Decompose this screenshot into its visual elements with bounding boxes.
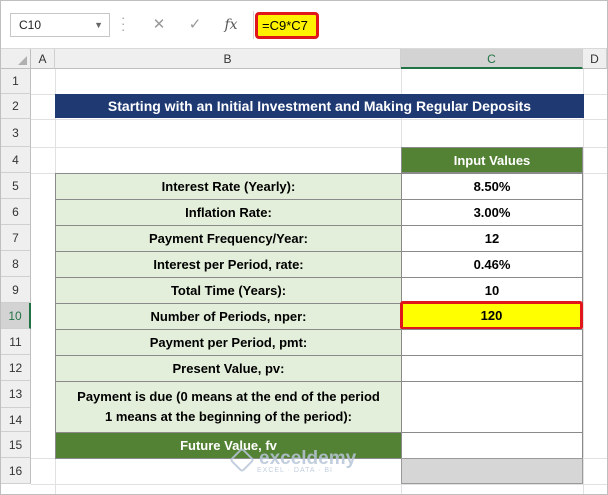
payment-due-line-2: 1 means at the beginning of the period): (104, 409, 352, 424)
name-box-value: C10 (19, 18, 42, 32)
drag-handle-icon[interactable]: · · · (121, 11, 125, 36)
row-header-2[interactable]: 2 (1, 94, 31, 119)
row-header-5[interactable]: 5 (1, 173, 31, 199)
row-header-3[interactable]: 3 (1, 119, 31, 147)
gridline (31, 484, 607, 485)
result-cell[interactable] (401, 458, 583, 484)
row-header-16[interactable]: 16 (1, 458, 31, 484)
row-header-11[interactable]: 11 (1, 329, 31, 355)
gridline (583, 69, 584, 494)
formula-bar-divider (253, 11, 254, 39)
value-total-time[interactable]: 10 (401, 277, 583, 304)
row-header-13[interactable]: 13 (1, 381, 31, 408)
value-present-value[interactable] (401, 355, 583, 382)
select-all-corner[interactable] (1, 49, 31, 69)
row-header-7[interactable]: 7 (1, 225, 31, 251)
sheet-title[interactable]: Starting with an Initial Investment and … (55, 94, 584, 118)
column-header-b[interactable]: B (55, 49, 401, 69)
label-payment-frequency[interactable]: Payment Frequency/Year: (55, 225, 402, 252)
input-values-header[interactable]: Input Values (401, 147, 583, 173)
value-payment-due[interactable] (401, 381, 583, 433)
label-interest-rate[interactable]: Interest Rate (Yearly): (55, 173, 402, 200)
value-inflation-rate[interactable]: 3.00% (401, 199, 583, 226)
column-header-c[interactable]: C (401, 49, 583, 69)
watermark: exceldemy EXCEL · DATA · BI (233, 448, 356, 474)
value-interest-rate[interactable]: 8.50% (401, 173, 583, 200)
gridline (31, 119, 607, 120)
row-header-15[interactable]: 15 (1, 432, 31, 458)
formula-input[interactable]: =C9*C7 (255, 12, 319, 39)
value-payment-frequency[interactable]: 12 (401, 225, 583, 252)
label-inflation-rate[interactable]: Inflation Rate: (55, 199, 402, 226)
value-interest-per-period[interactable]: 0.46% (401, 251, 583, 278)
label-payment-per-period[interactable]: Payment per Period, pmt: (55, 329, 402, 356)
chevron-down-icon[interactable]: ▼ (94, 14, 103, 36)
cancel-icon[interactable]: ✕ (149, 15, 169, 35)
label-total-time[interactable]: Total Time (Years): (55, 277, 402, 304)
payment-due-line-1: Payment is due (0 means at the end of th… (77, 389, 380, 404)
row-header-8[interactable]: 8 (1, 251, 31, 277)
row-header-10[interactable]: 10 (1, 303, 31, 329)
value-number-of-periods[interactable]: 120 (400, 301, 583, 330)
watermark-name: exceldemy (259, 448, 357, 469)
row-header-1[interactable]: 1 (1, 69, 31, 94)
column-header-a[interactable]: A (31, 49, 55, 69)
row-header-4[interactable]: 4 (1, 147, 31, 173)
label-payment-due[interactable]: Payment is due (0 means at the end of th… (55, 381, 402, 433)
spreadsheet-window: C10 ▼ · · · ✕ ✓ fx =C9*C7 A B C D 1 2 3 4 … (0, 0, 608, 495)
value-payment-per-period[interactable] (401, 329, 583, 356)
label-number-of-periods[interactable]: Number of Periods, nper: (55, 303, 402, 330)
value-future-value[interactable] (401, 432, 583, 459)
formula-bar: C10 ▼ · · · ✕ ✓ fx =C9*C7 (1, 1, 607, 49)
row-header-12[interactable]: 12 (1, 355, 31, 381)
label-present-value[interactable]: Present Value, pv: (55, 355, 402, 382)
enter-icon[interactable]: ✓ (185, 15, 205, 35)
row-header-9[interactable]: 9 (1, 277, 31, 303)
insert-function-icon[interactable]: fx (221, 15, 241, 35)
column-header-d[interactable]: D (583, 49, 607, 69)
row-header-14[interactable]: 14 (1, 408, 31, 432)
row-header-6[interactable]: 6 (1, 199, 31, 225)
name-box[interactable]: C10 ▼ (10, 13, 110, 37)
cell-grid[interactable]: Starting with an Initial Investment and … (31, 69, 607, 494)
label-interest-per-period[interactable]: Interest per Period, rate: (55, 251, 402, 278)
